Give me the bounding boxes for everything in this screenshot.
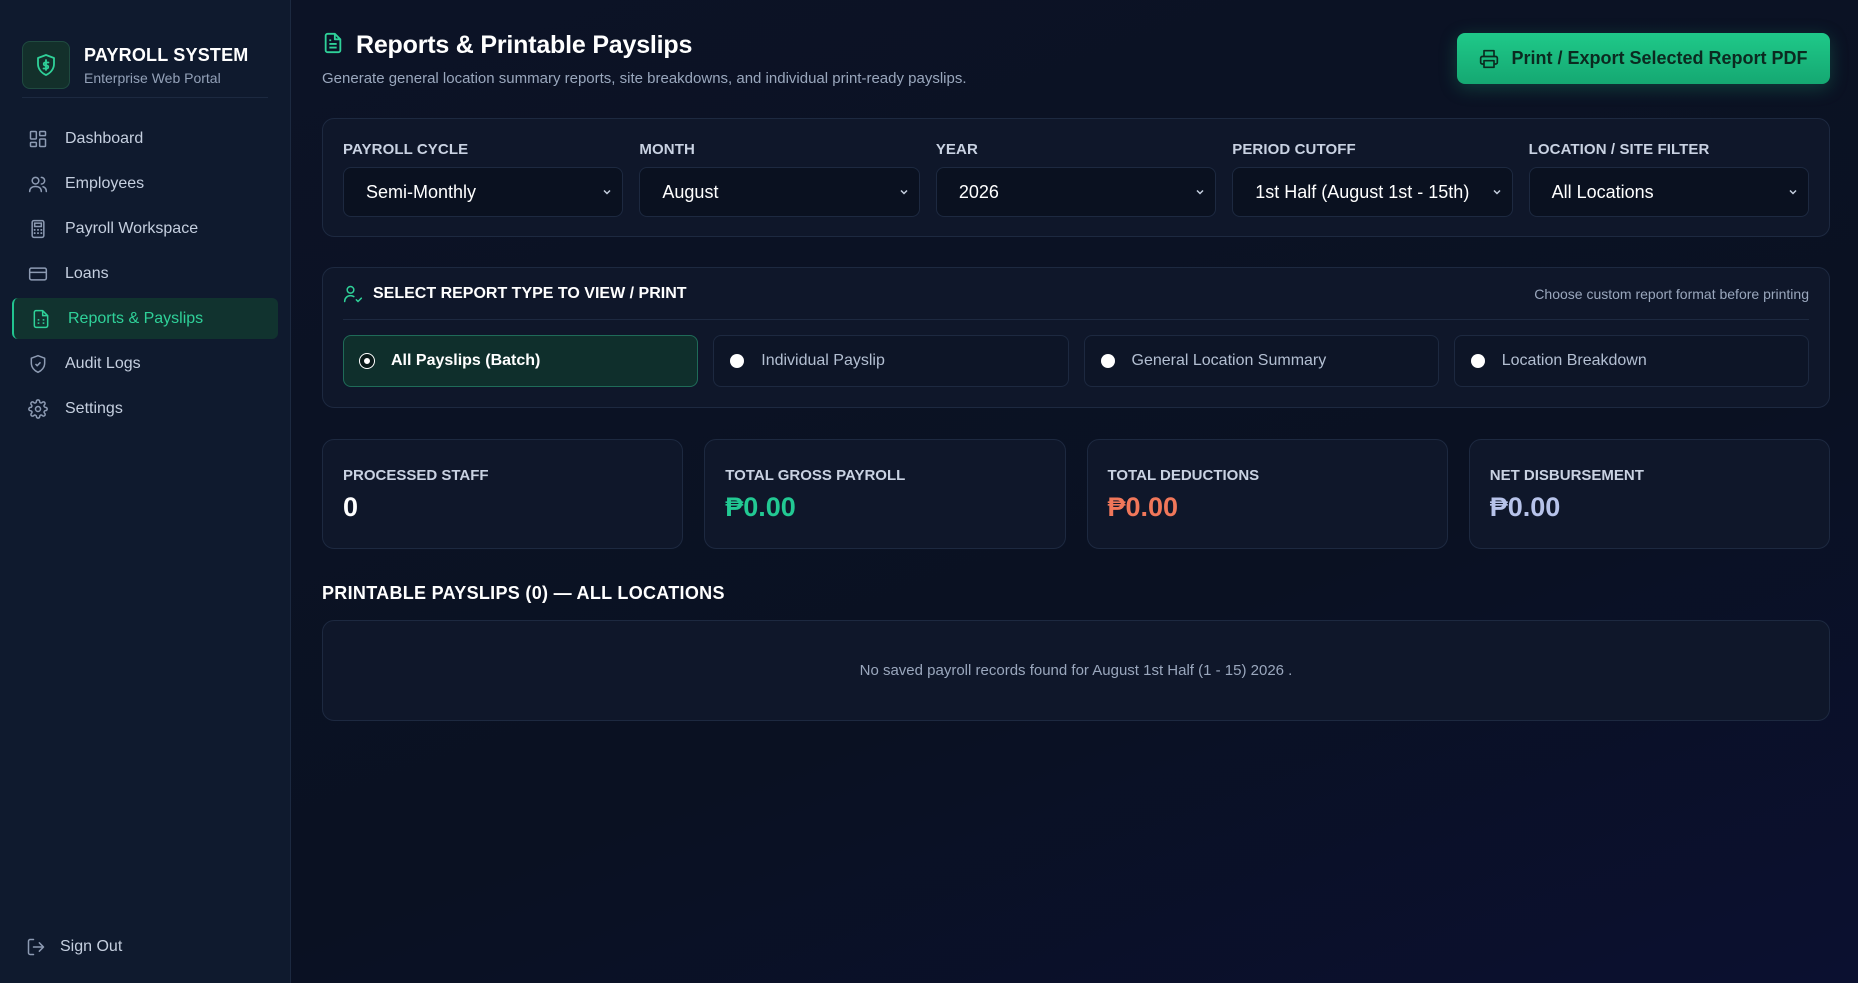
- select-value: All Locations: [1551, 181, 1654, 202]
- filter-label: LOCATION / SITE FILTER: [1528, 141, 1710, 158]
- payslips-section-title: PRINTABLE PAYSLIPS (0) — ALL LOCATIONS: [322, 583, 725, 603]
- sidebar-item-label: Audit Logs: [65, 354, 141, 372]
- report-option-all-payslips[interactable]: All Payslips (Batch): [343, 335, 699, 387]
- sidebar-item-employees[interactable]: Employees: [12, 163, 278, 204]
- report-type-title: SELECT REPORT TYPE TO VIEW / PRINT: [373, 284, 687, 302]
- chevron-down-icon: [1493, 189, 1501, 195]
- select-value: 2026: [958, 181, 999, 202]
- stat-total-deductions: TOTAL DEDUCTIONS ₱0.00: [1086, 439, 1448, 549]
- shield-logo-icon: [22, 41, 70, 89]
- report-option-label: All Payslips (Batch): [391, 352, 541, 369]
- payslips-empty-state: No saved payroll records found for Augus…: [322, 620, 1830, 721]
- stat-value: ₱0.00: [1489, 492, 1561, 522]
- empty-message: No saved payroll records found for Augus…: [859, 662, 1293, 679]
- sign-out-label: Sign Out: [60, 938, 123, 955]
- filter-period-cutoff: PERIOD CUTOFF 1st Half (August 1st - 15t…: [1232, 141, 1513, 236]
- stat-label: TOTAL GROSS PAYROLL: [725, 467, 906, 484]
- gear-icon: [28, 398, 48, 419]
- filter-label: PAYROLL CYCLE: [343, 141, 469, 158]
- sidebar-item-audit-logs[interactable]: Audit Logs: [12, 343, 278, 384]
- filter-label: PERIOD CUTOFF: [1232, 141, 1356, 158]
- brand: PAYROLL SYSTEM Enterprise Web Portal: [0, 0, 290, 97]
- report-type-hint: Choose custom report format before print…: [1534, 285, 1809, 302]
- select-value: Semi-Monthly: [366, 181, 477, 202]
- print-export-button[interactable]: Print / Export Selected Report PDF: [1457, 33, 1830, 84]
- select-value: August: [662, 181, 719, 202]
- print-button-label: Print / Export Selected Report PDF: [1511, 48, 1808, 68]
- stat-label: NET DISBURSEMENT: [1489, 467, 1644, 484]
- log-out-icon: [26, 937, 46, 957]
- brand-title: PAYROLL SYSTEM: [84, 44, 249, 65]
- report-option-label: General Location Summary: [1131, 352, 1327, 369]
- sign-out-button[interactable]: Sign Out: [26, 937, 122, 957]
- file-spreadsheet-icon: [31, 309, 51, 329]
- stat-processed-staff: PROCESSED STAFF 0: [322, 439, 684, 549]
- stat-value: 0: [343, 492, 359, 522]
- stat-total-gross-payroll: TOTAL GROSS PAYROLL ₱0.00: [704, 439, 1066, 549]
- filter-month: MONTH August: [639, 141, 920, 236]
- sidebar-item-label: Loans: [65, 264, 109, 282]
- radio[interactable]: [1100, 354, 1115, 368]
- filter-label: YEAR: [935, 141, 978, 158]
- shield-check-icon: [28, 354, 48, 374]
- month-select[interactable]: August: [639, 167, 920, 217]
- radio-selected[interactable]: [359, 353, 375, 369]
- stat-value: ₱0.00: [1107, 492, 1179, 522]
- stat-label: TOTAL DEDUCTIONS: [1107, 467, 1260, 484]
- file-text-icon: [322, 31, 344, 60]
- chevron-down-icon: [900, 189, 908, 195]
- sidebar-item-settings[interactable]: Settings: [12, 388, 278, 429]
- stat-label: PROCESSED STAFF: [343, 467, 489, 484]
- filter-panel: PAYROLL CYCLE Semi-Monthly MONTH August …: [322, 118, 1830, 237]
- period-cutoff-select[interactable]: 1st Half (August 1st - 15th): [1232, 167, 1513, 217]
- radio[interactable]: [1470, 354, 1485, 368]
- page-subtitle: Generate general location summary report…: [322, 70, 967, 87]
- stat-net-disbursement: NET DISBURSEMENT ₱0.00: [1468, 439, 1830, 549]
- user-check-icon: [343, 285, 363, 303]
- select-value: 1st Half (August 1st - 15th): [1255, 181, 1470, 202]
- sidebar: PAYROLL SYSTEM Enterprise Web Portal Das…: [0, 0, 291, 983]
- printer-icon: [1480, 49, 1499, 68]
- filter-year: YEAR 2026: [935, 141, 1217, 236]
- calculator-icon: [28, 219, 48, 239]
- credit-card-icon: [28, 264, 48, 284]
- dashboard-icon: [28, 129, 48, 149]
- stats-row: PROCESSED STAFF 0 TOTAL GROSS PAYROLL ₱0…: [322, 439, 1830, 549]
- main-content: Reports & Printable Payslips Generate ge…: [291, 0, 1858, 983]
- report-option-individual-payslip[interactable]: Individual Payslip: [713, 335, 1069, 387]
- sidebar-item-label: Dashboard: [65, 129, 144, 147]
- divider: [22, 97, 268, 98]
- sidebar-item-label: Settings: [65, 399, 123, 417]
- brand-subtitle: Enterprise Web Portal: [84, 69, 221, 86]
- filter-payroll-cycle: PAYROLL CYCLE Semi-Monthly: [343, 141, 624, 236]
- report-option-general-location-summary[interactable]: General Location Summary: [1083, 335, 1439, 387]
- radio[interactable]: [730, 354, 745, 368]
- report-option-label: Location Breakdown: [1501, 352, 1647, 369]
- chevron-down-icon: [603, 189, 611, 195]
- payroll-cycle-select[interactable]: Semi-Monthly: [343, 167, 624, 217]
- year-select[interactable]: 2026: [935, 167, 1217, 217]
- report-type-panel: SELECT REPORT TYPE TO VIEW / PRINT Choos…: [322, 267, 1830, 408]
- sidebar-item-label: Employees: [65, 174, 145, 192]
- users-icon: [28, 174, 48, 194]
- sidebar-item-dashboard[interactable]: Dashboard: [12, 118, 278, 159]
- sidebar-item-label: Payroll Workspace: [65, 219, 199, 237]
- sidebar-item-reports-payslips[interactable]: Reports & Payslips: [12, 298, 278, 339]
- chevron-down-icon: [1789, 189, 1797, 195]
- page-header: Reports & Printable Payslips Generate ge…: [322, 0, 1830, 118]
- stat-value: ₱0.00: [725, 492, 796, 522]
- sidebar-item-loans[interactable]: Loans: [12, 253, 278, 294]
- filter-location: LOCATION / SITE FILTER All Locations: [1528, 141, 1810, 236]
- chevron-down-icon: [1196, 189, 1204, 195]
- page-title: Reports & Printable Payslips: [356, 31, 693, 59]
- sidebar-nav: Dashboard Employees Payroll Workspace Lo…: [0, 118, 290, 429]
- filter-label: MONTH: [639, 141, 695, 158]
- location-select[interactable]: All Locations: [1528, 167, 1810, 217]
- report-option-label: Individual Payslip: [761, 352, 885, 369]
- report-option-location-breakdown[interactable]: Location Breakdown: [1453, 335, 1809, 387]
- sidebar-item-label: Reports & Payslips: [68, 309, 204, 327]
- sidebar-item-payroll-workspace[interactable]: Payroll Workspace: [12, 208, 278, 249]
